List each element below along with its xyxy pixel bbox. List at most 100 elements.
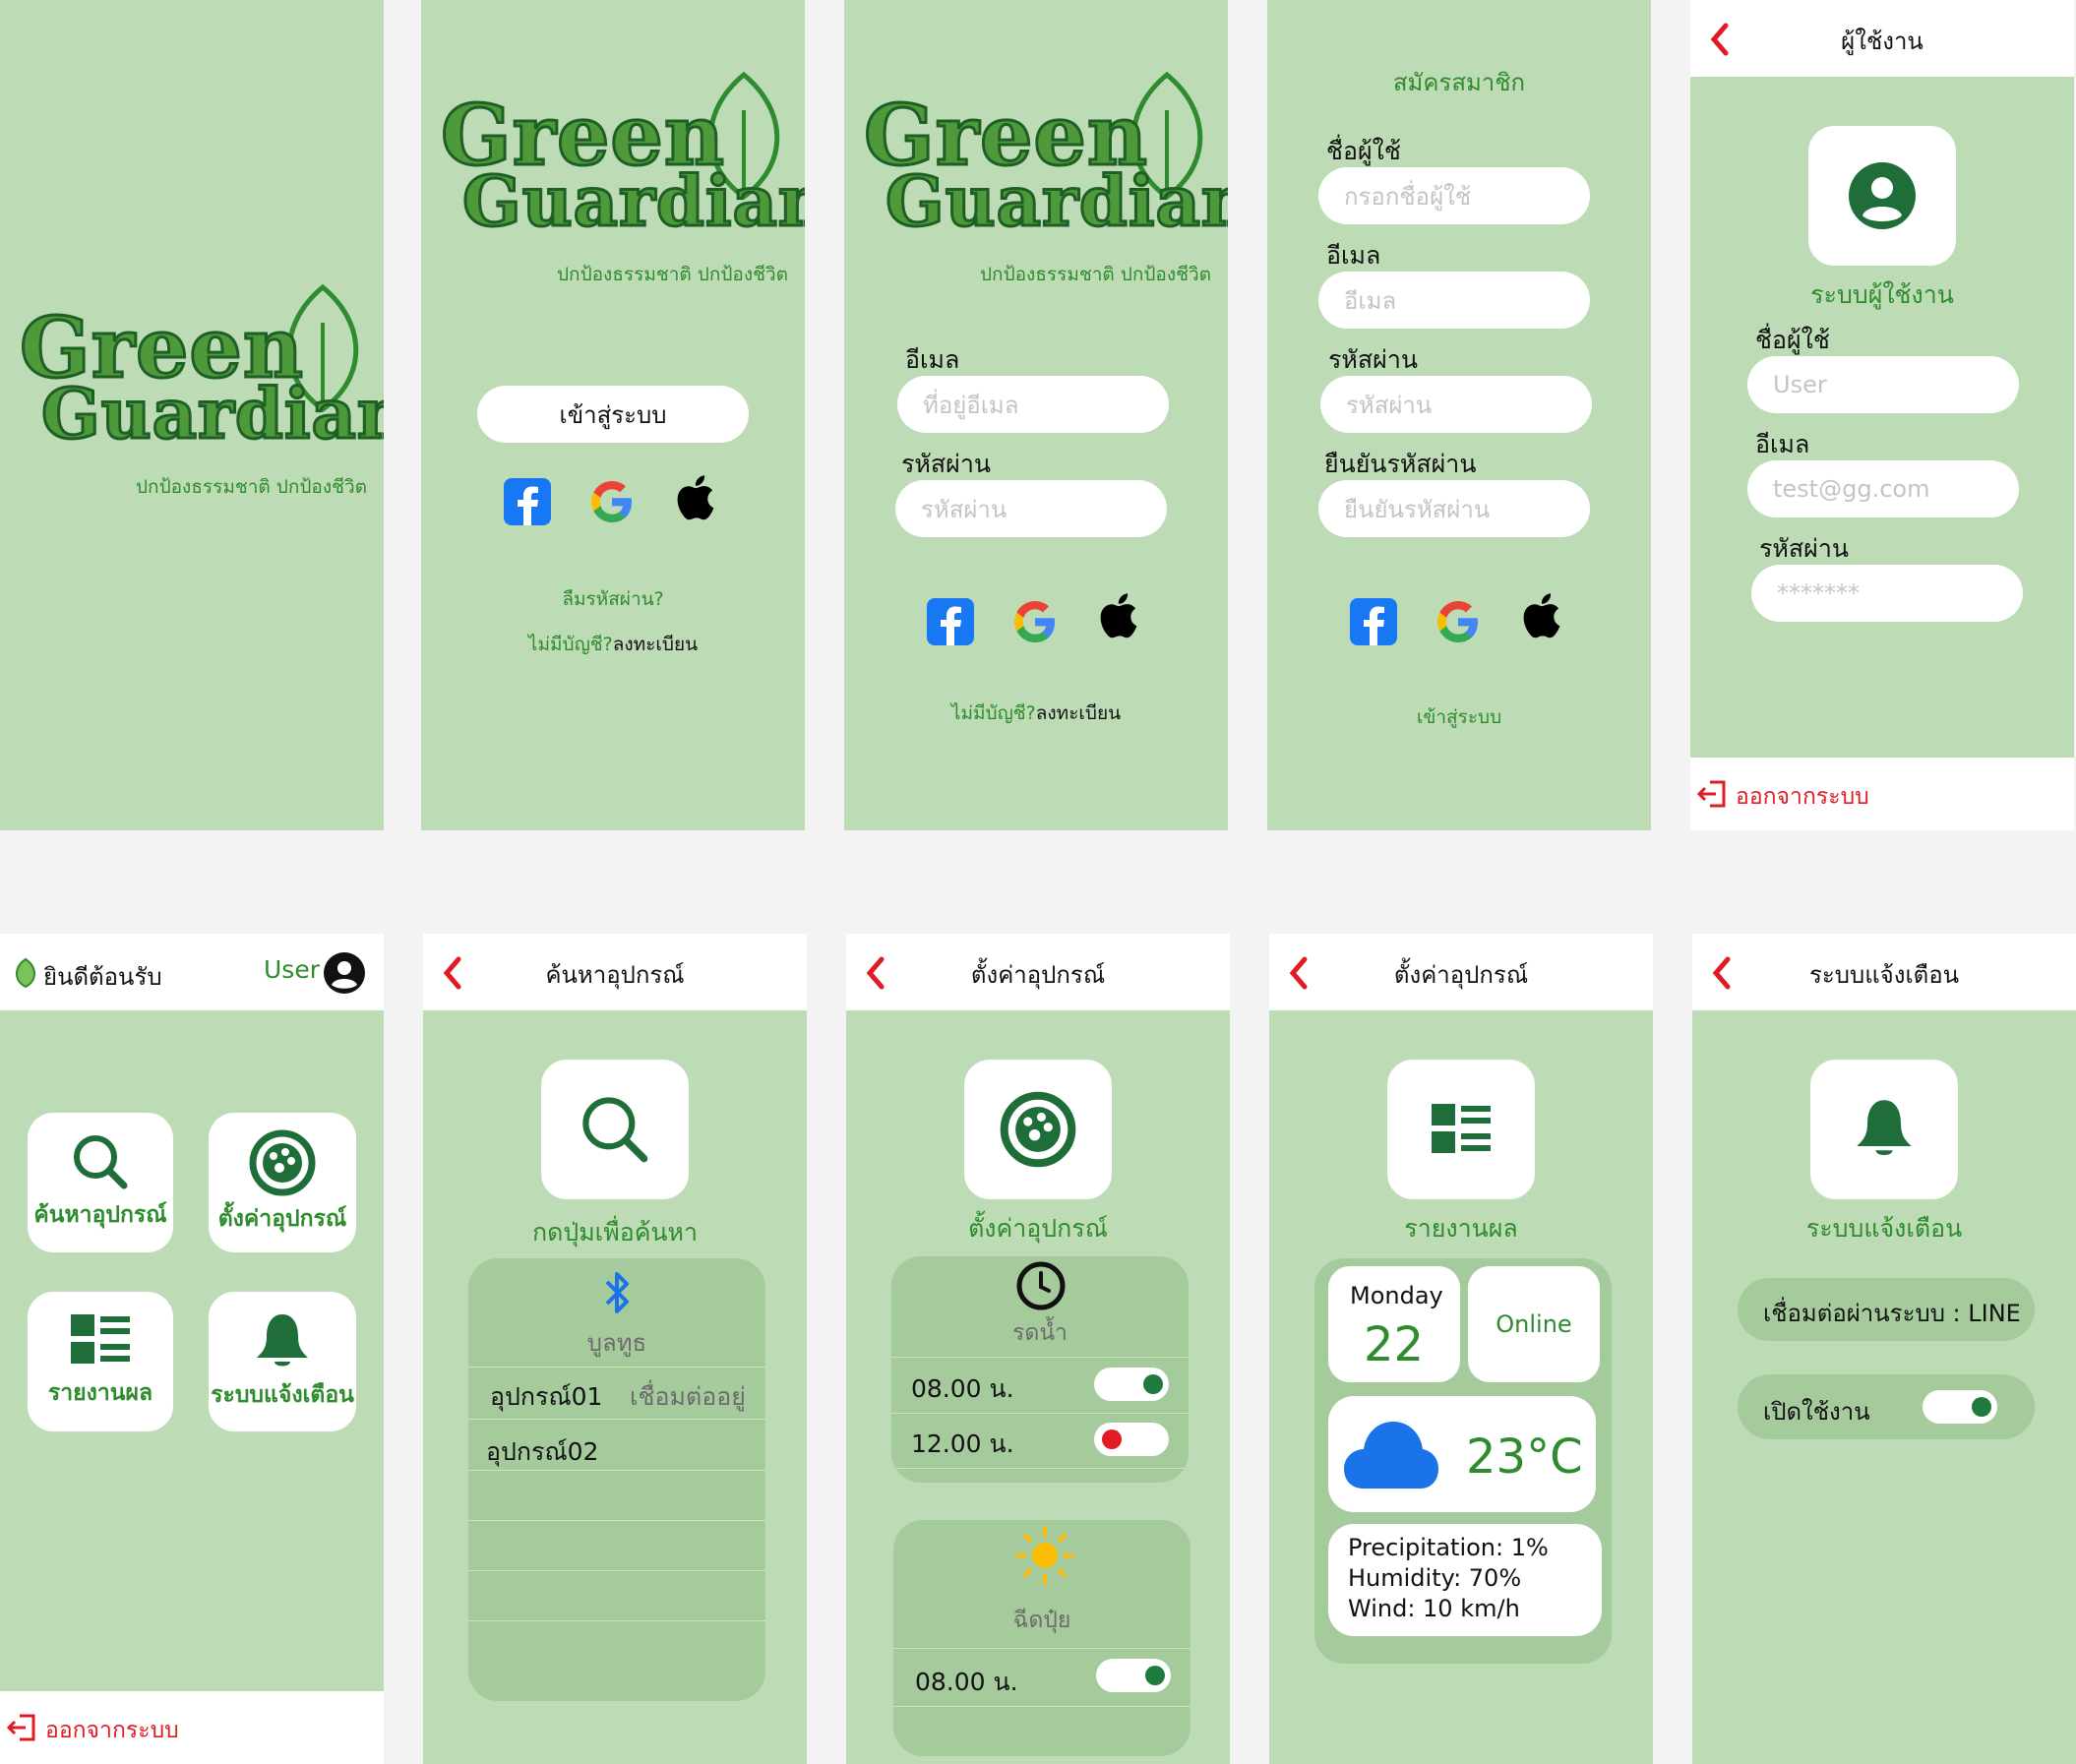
logout-bar[interactable]: ออกจากระบบ: [0, 1691, 384, 1764]
email-field[interactable]: อีเมล: [1318, 272, 1590, 329]
toggle-knob-on: [1145, 1666, 1165, 1685]
email-label: อีเมล: [905, 345, 960, 374]
register-link[interactable]: ลงทะเบียน: [1036, 702, 1121, 724]
user-card: [1808, 126, 1956, 266]
page-title: ตั้งค่าอุปกรณ์: [970, 961, 1106, 989]
date-card: Monday 22: [1328, 1266, 1460, 1382]
welcome-text: ยินดีต้อนรับ: [43, 963, 162, 991]
card-caption: กดปุ่มเพื่อค้นหา: [531, 1218, 699, 1247]
header-bar: ระบบแจ้งเตือน: [1692, 934, 2076, 1010]
bell-icon: [257, 1314, 308, 1367]
page-title: ระบบแจ้งเตือน: [1808, 961, 1960, 989]
login-screen: Green Guardian ปกป้องธรรมชาติ ปกป้องชีวิ…: [844, 0, 1228, 830]
password-placeholder: รหัสผ่าน: [921, 495, 1007, 523]
status-text: Online: [1496, 1310, 1572, 1338]
password-field[interactable]: รหัสผ่าน: [895, 480, 1167, 537]
user-name[interactable]: User: [264, 955, 320, 984]
app-leaf-icon: [16, 957, 35, 989]
login-link[interactable]: เข้าสู่ระบบ: [1267, 702, 1651, 732]
status-card: Online: [1468, 1266, 1600, 1382]
empty-row: [468, 1571, 765, 1621]
facebook-icon[interactable]: [502, 476, 553, 527]
schedule-row: 08.00 น.: [893, 1648, 1191, 1707]
email-label: อีเมล: [1326, 241, 1381, 270]
app-logo: Green Guardian ปกป้องธรรมชาติ ปกป้องชีวิ…: [440, 71, 805, 289]
menu-settings-label: ตั้งค่าอุปกรณ์: [217, 1206, 347, 1232]
device-row[interactable]: อุปกรณ์01 เชื่อมต่ออยู่: [468, 1367, 765, 1420]
toggle-knob-on: [1143, 1374, 1163, 1394]
confirm-password-label: ยืนยันรหัสผ่าน: [1324, 450, 1477, 478]
card-caption: ระบบผู้ใช้งาน: [1810, 280, 1954, 309]
device-name: อุปกรณ์01: [490, 1382, 603, 1411]
menu-report-card[interactable]: รายงานผล: [28, 1292, 173, 1431]
register-row: ไม่มีบัญชี?ลงทะเบียน: [421, 630, 805, 659]
app-logo: Green Guardian ปกป้องธรรมชาติ ปกป้องชีวิ…: [863, 71, 1228, 289]
forgot-password-link[interactable]: ลืมรหัสผ่าน?: [421, 584, 805, 614]
tagline: ปกป้องธรรมชาติ ปกป้องชีวิต: [980, 264, 1212, 285]
apple-icon[interactable]: [673, 472, 724, 523]
apple-icon[interactable]: [1096, 590, 1147, 641]
google-icon[interactable]: [1433, 596, 1484, 647]
menu-alert-card[interactable]: ระบบแจ้งเตือน: [209, 1292, 356, 1431]
humidity-text: Humidity: 70%: [1348, 1564, 1522, 1592]
enable-label: เปิดใช้งาน: [1763, 1398, 1870, 1426]
login-button[interactable]: เข้าสู่ระบบ: [477, 386, 749, 443]
splash-screen: Green Guardian ปกป้องธรรมชาติ ปกป้องชีวิ…: [0, 0, 384, 830]
cloud-icon: [1344, 1422, 1438, 1489]
logout-bar[interactable]: ออกจากระบบ: [1690, 758, 2074, 830]
alert-screen: ระบบแจ้งเตือน ระบบแจ้งเตือน เชื่อมต่อผ่า…: [1692, 934, 2076, 1764]
bell-icon: [1857, 1100, 1912, 1156]
username-field[interactable]: กรอกชื่อผู้ใช้: [1318, 167, 1590, 224]
apple-icon[interactable]: [1519, 590, 1570, 641]
page-title: ผู้ใช้งาน: [1841, 28, 1923, 55]
menu-settings-card[interactable]: ตั้งค่าอุปกรณ์: [209, 1113, 356, 1252]
logo-word-guardian: Guardian: [40, 373, 384, 455]
settings-icon: [1000, 1091, 1076, 1168]
profile-screen: ผู้ใช้งาน ระบบผู้ใช้งาน ชื่อผู้ใช้ User …: [1690, 0, 2074, 830]
report-screen: ตั้งค่าอุปกรณ์ รายงานผล Monday 22 Online…: [1269, 934, 1653, 1764]
password-field[interactable]: รหัสผ่าน: [1320, 376, 1592, 433]
google-icon[interactable]: [1009, 596, 1061, 647]
welcome-screen: Green Guardian ปกป้องธรรมชาติ ปกป้องชีวิ…: [421, 0, 805, 830]
schedule-toggle[interactable]: [1094, 1368, 1169, 1401]
conditions-card: Precipitation: 1% Humidity: 70% Wind: 10…: [1328, 1524, 1602, 1636]
page-title: ค้นหาอุปกรณ์: [545, 961, 685, 989]
home-screen: ยินดีต้อนรับ User ค้นหาอุปกรณ์ ตั้งค่าอุ…: [0, 934, 384, 1764]
card-caption: ตั้งค่าอุปกรณ์: [968, 1214, 1108, 1243]
username-placeholder: กรอกชื่อผู้ใช้: [1344, 182, 1472, 211]
schedule-toggle[interactable]: [1096, 1659, 1171, 1692]
clock-icon: [1016, 1261, 1066, 1310]
register-link[interactable]: ลงทะเบียน: [613, 634, 698, 655]
confirm-password-placeholder: ยืนยันรหัสผ่าน: [1344, 495, 1491, 523]
password-field[interactable]: *******: [1751, 565, 2023, 622]
email-field[interactable]: test@gg.com: [1747, 460, 2019, 517]
schedule-time: 08.00 น.: [911, 1374, 1014, 1403]
username-field[interactable]: User: [1747, 356, 2019, 413]
password-label: รหัสผ่าน: [1328, 345, 1418, 374]
menu-report-label: รายงานผล: [47, 1380, 153, 1406]
card-caption: รายงานผล: [1404, 1214, 1518, 1243]
email-field[interactable]: ที่อยู่อีเมล: [897, 376, 1169, 433]
facebook-icon[interactable]: [925, 596, 976, 647]
password-label: รหัสผ่าน: [901, 450, 991, 478]
confirm-password-field[interactable]: ยืนยันรหัสผ่าน: [1318, 480, 1590, 537]
device-row[interactable]: อุปกรณ์02: [468, 1419, 765, 1471]
schedule-toggle[interactable]: [1094, 1423, 1169, 1456]
enable-row: เปิดใช้งาน: [1738, 1374, 2035, 1439]
user-avatar-icon[interactable]: [323, 951, 366, 995]
register-row: ไม่มีบัญชี?ลงทะเบียน: [844, 699, 1228, 728]
email-placeholder: อีเมล: [1344, 286, 1397, 315]
search-button[interactable]: [541, 1060, 689, 1199]
schedule-row: 08.00 น.: [891, 1357, 1189, 1414]
device-name: อุปกรณ์02: [486, 1437, 599, 1466]
password-placeholder: รหัสผ่าน: [1346, 391, 1433, 419]
facebook-icon[interactable]: [1348, 596, 1399, 647]
menu-search-card[interactable]: ค้นหาอุปกรณ์: [28, 1113, 173, 1252]
google-icon[interactable]: [586, 476, 638, 527]
no-account-text: ไม่มีบัญชี?: [527, 634, 613, 655]
line-connect-button[interactable]: เชื่อมต่อผ่านระบบ : LINE: [1738, 1278, 2035, 1341]
logout-icon: [1696, 780, 1726, 808]
username-value: User: [1773, 371, 1827, 398]
schedule-row: 12.00 น.: [891, 1413, 1189, 1469]
enable-toggle[interactable]: [1923, 1390, 1997, 1424]
